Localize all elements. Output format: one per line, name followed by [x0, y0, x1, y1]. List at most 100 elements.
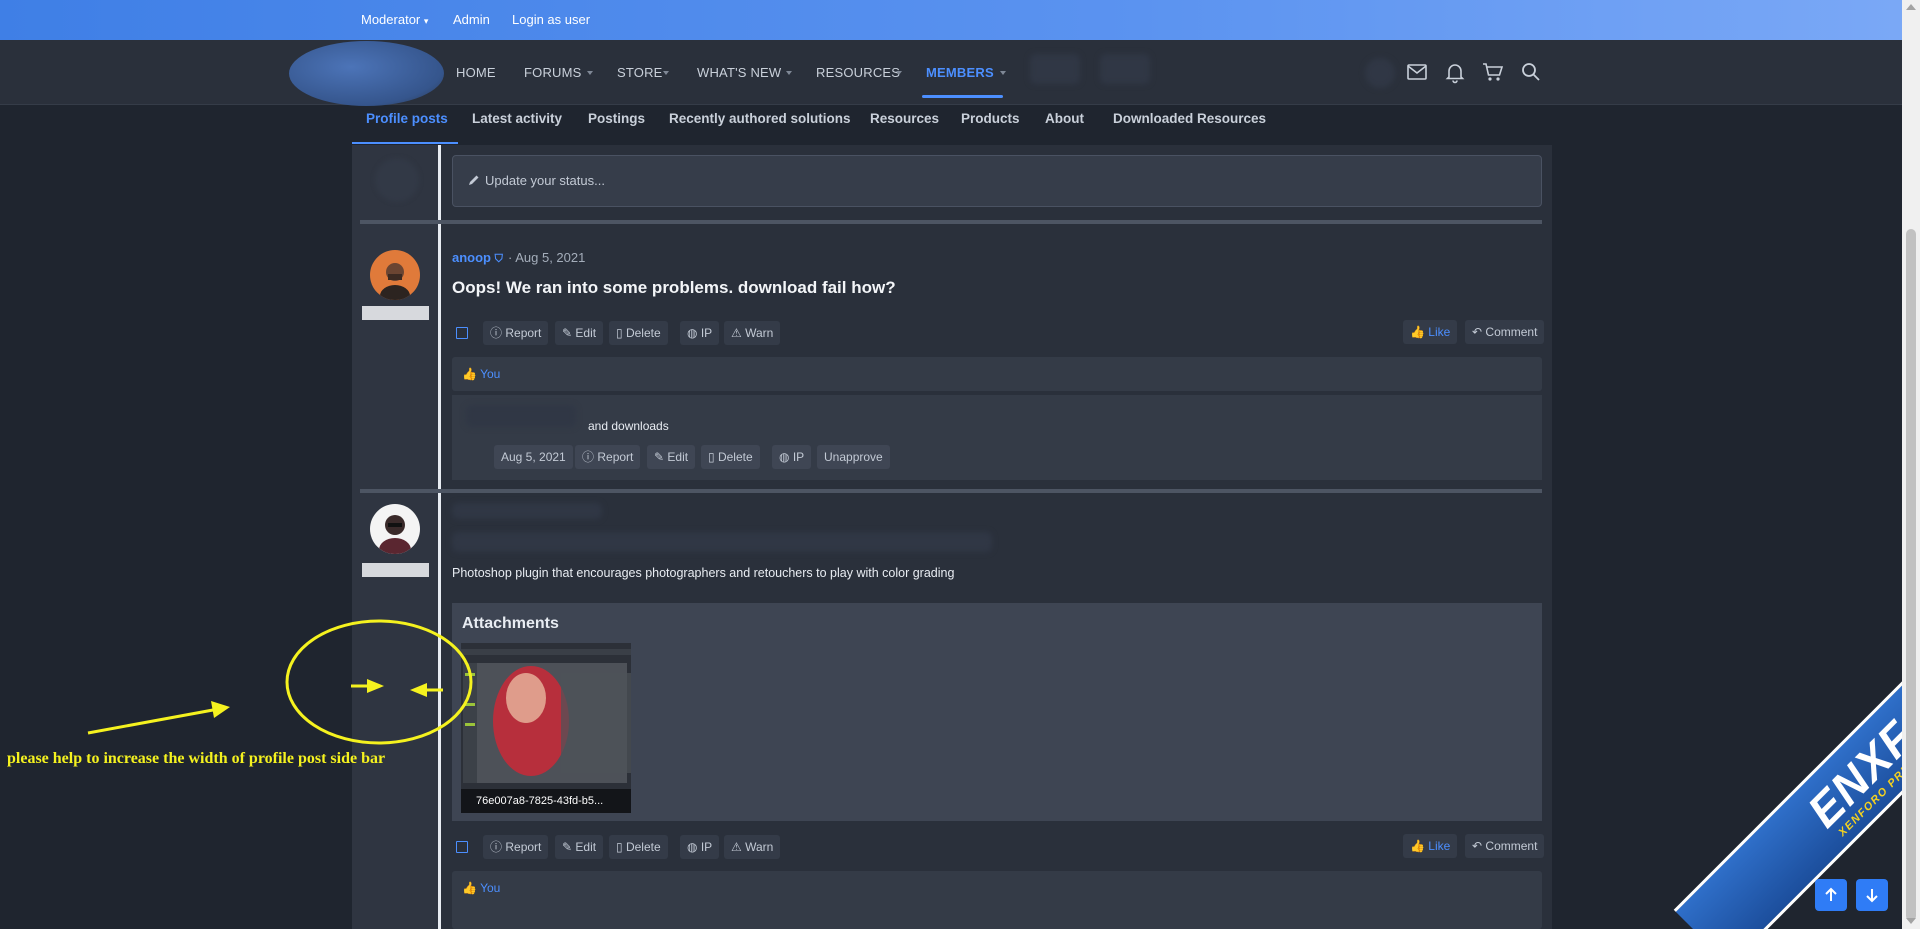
staff-bar: Moderator ▾ Admin Login as user [0, 0, 1902, 40]
comment-button[interactable]: ↶ Comment [1465, 834, 1545, 858]
tab-postings[interactable]: Postings [588, 105, 645, 133]
profile-tabs: Profile posts Latest activity Postings R… [352, 105, 1552, 145]
search-icon[interactable] [1519, 60, 1543, 84]
reply-icon: ↶ [1472, 325, 1483, 339]
likes-list[interactable]: 👍 You [462, 881, 500, 895]
active-tab-indicator [352, 142, 458, 144]
sidebar-divider [438, 145, 441, 929]
chevron-down-icon[interactable] [587, 71, 593, 75]
warning-icon: ⚠ [731, 840, 742, 854]
attachment-filename: 76e007a8-7825-43fd-b5... [461, 789, 631, 813]
like-button[interactable]: 👍 Like [1403, 834, 1458, 858]
trash-icon: ▯ [616, 326, 623, 340]
comment-delete-button[interactable]: ▯ Delete [701, 445, 760, 469]
chevron-down-icon[interactable] [786, 71, 792, 75]
post-author[interactable]: anoop ⛉ [452, 250, 503, 266]
scrollbar-thumb[interactable] [1906, 229, 1916, 921]
main-nav: HOME FORUMS STORE WHAT'S NEW RESOURCES M… [0, 40, 1902, 106]
annotation-text: please help to increase the width of pro… [7, 750, 386, 767]
chevron-down-icon[interactable] [1000, 71, 1006, 75]
tab-about[interactable]: About [1045, 105, 1084, 133]
attachments-block: Attachments 76e007a8-7825-43fd-b5... [452, 603, 1542, 821]
delete-button[interactable]: ▯ Delete [609, 835, 668, 859]
comment-button[interactable]: ↶ Comment [1465, 320, 1545, 344]
nav-home[interactable]: HOME [456, 40, 496, 105]
report-icon: ⓘ [582, 450, 595, 464]
tab-profile-posts[interactable]: Profile posts [366, 105, 448, 133]
thumbs-up-icon: 👍 [1410, 839, 1425, 853]
mail-icon[interactable] [1405, 60, 1429, 84]
nav-resources[interactable]: RESOURCES [816, 40, 900, 105]
scroll-down-icon[interactable] [1906, 918, 1916, 924]
site-logo[interactable] [289, 41, 444, 106]
globe-icon: ◍ [779, 450, 790, 464]
tab-resources[interactable]: Resources [870, 105, 939, 133]
delete-button[interactable]: ▯ Delete [609, 321, 668, 345]
watermark-ribbon: ENXF.NET XENFORO PREMIUM COMMUNITY [1673, 513, 1920, 929]
avatar[interactable] [370, 504, 420, 554]
nav-whats-new[interactable]: WHAT'S NEW [697, 40, 781, 105]
avatar-image [370, 504, 420, 554]
arrow-up-icon [1825, 887, 1837, 901]
nav-forums[interactable]: FORUMS [524, 40, 582, 105]
like-button[interactable]: 👍 Like [1403, 320, 1458, 344]
pencil-icon: ✎ [654, 450, 665, 464]
ip-button[interactable]: ◍ IP [680, 835, 720, 859]
unapprove-button[interactable]: Unapprove [817, 445, 890, 469]
comment-report-button[interactable]: ⓘ Report [575, 445, 641, 469]
annotation-overlay [87, 619, 473, 745]
login-as-user-link[interactable]: Login as user [512, 0, 590, 40]
edit-button[interactable]: ✎ Edit [555, 321, 604, 345]
warning-icon: ⚠ [731, 326, 742, 340]
comment-edit-button[interactable]: ✎ Edit [647, 445, 696, 469]
report-icon: ⓘ [490, 326, 503, 340]
user-avatar-blurred[interactable] [1365, 58, 1395, 88]
chevron-down-icon[interactable] [896, 71, 902, 75]
section-separator [360, 220, 1542, 224]
comment: and downloads Aug 5, 2021 ⓘ Report ✎ Edi… [452, 395, 1542, 480]
post-body: Photoshop plugin that encourages photogr… [452, 566, 955, 580]
scroll-bottom-button[interactable] [1856, 879, 1888, 911]
report-button[interactable]: ⓘ Report [483, 321, 549, 345]
globe-icon: ◍ [687, 326, 698, 340]
post-date[interactable]: · Aug 5, 2021 [508, 250, 585, 265]
likes-list[interactable]: 👍 You [462, 367, 500, 381]
nav-store[interactable]: STORE [617, 40, 663, 105]
likes-summary: 👍 You [452, 871, 1542, 929]
pencil-icon [469, 175, 479, 185]
moderator-label: Moderator [361, 12, 421, 27]
annotation-arrow [87, 708, 214, 735]
moderator-menu[interactable]: Moderator ▾ [361, 0, 428, 41]
arrow-down-icon [1866, 889, 1878, 903]
likes-summary: 👍 You [452, 357, 1542, 391]
tab-downloaded-resources[interactable]: Downloaded Resources [1113, 105, 1266, 133]
comment-date[interactable]: Aug 5, 2021 [494, 445, 573, 469]
report-button[interactable]: ⓘ Report [483, 835, 549, 859]
reply-icon: ↶ [1472, 839, 1483, 853]
comment-ip-button[interactable]: ◍ IP [772, 445, 812, 469]
edit-button[interactable]: ✎ Edit [555, 835, 604, 859]
admin-link[interactable]: Admin [453, 0, 490, 40]
tab-recently-authored-solutions[interactable]: Recently authored solutions [669, 105, 851, 133]
select-checkbox[interactable] [456, 841, 468, 853]
ip-button[interactable]: ◍ IP [680, 321, 720, 345]
cart-icon[interactable] [1481, 60, 1505, 84]
trash-icon: ▯ [616, 840, 623, 854]
pencil-icon: ✎ [562, 840, 573, 854]
blurred-nav-item [1030, 54, 1080, 84]
blurred-nav-item [1100, 54, 1150, 84]
tab-latest-activity[interactable]: Latest activity [472, 105, 562, 133]
scroll-top-button[interactable] [1815, 879, 1847, 911]
chevron-down-icon[interactable] [663, 71, 669, 75]
avatar[interactable] [370, 250, 420, 300]
bell-icon[interactable] [1443, 60, 1467, 84]
status-update-input[interactable]: Update your status... [452, 155, 1542, 207]
warn-button[interactable]: ⚠ Warn [724, 835, 781, 859]
scroll-up-icon[interactable] [1906, 4, 1916, 10]
warn-button[interactable]: ⚠ Warn [724, 321, 781, 345]
tab-products[interactable]: Products [961, 105, 1020, 133]
blurred-post-author [452, 503, 602, 519]
select-checkbox[interactable] [456, 327, 468, 339]
status-placeholder: Update your status... [485, 173, 605, 188]
blurred-commenter [466, 405, 576, 427]
